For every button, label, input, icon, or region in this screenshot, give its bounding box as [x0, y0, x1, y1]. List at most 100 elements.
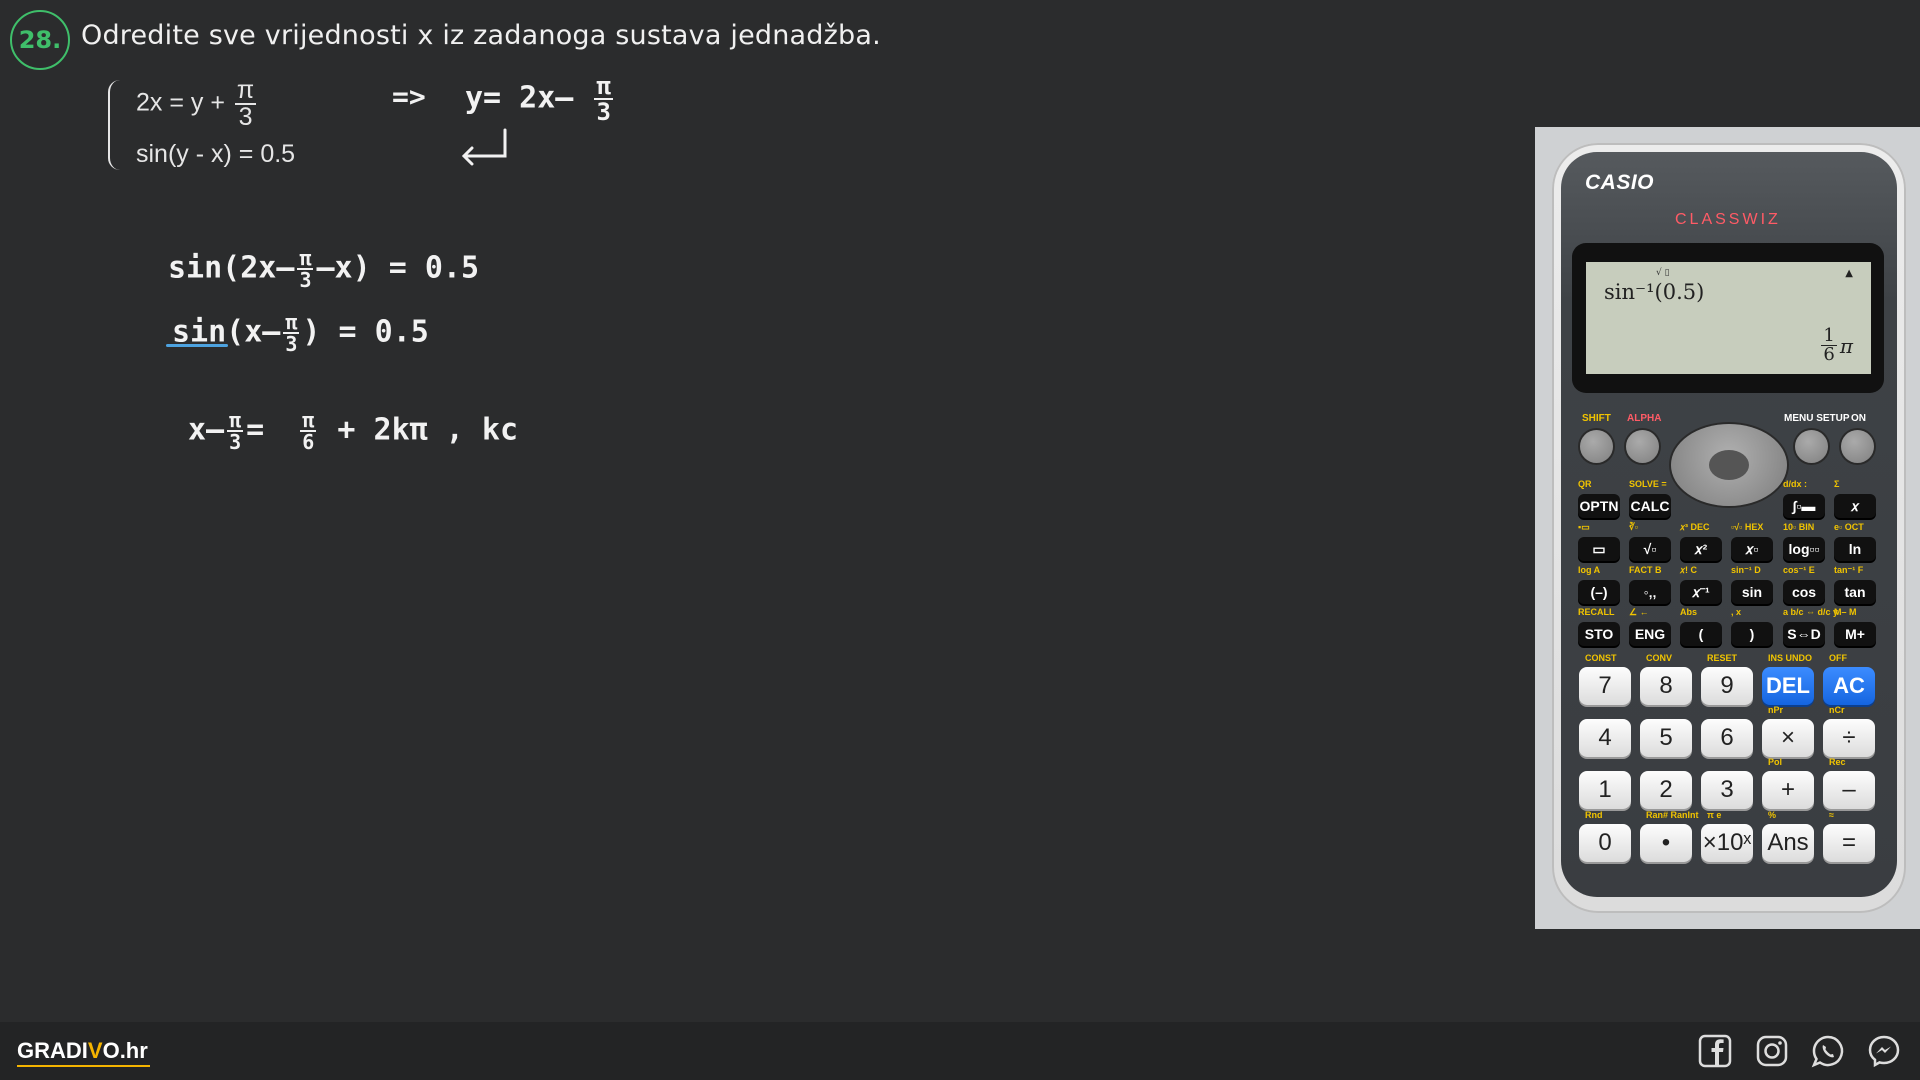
num-key-sublabel: INS UNDO [1768, 653, 1813, 663]
fn-key[interactable]: ENG [1629, 622, 1671, 646]
logo-part-a: GRADI [17, 1038, 88, 1063]
num-key[interactable]: 1 [1579, 771, 1631, 809]
num-key[interactable]: + [1762, 771, 1814, 809]
messenger-icon[interactable] [1867, 1034, 1901, 1068]
screen-indicator: √ ▯ [1656, 268, 1670, 278]
num-key[interactable]: 4 [1579, 719, 1631, 757]
substitution: y= 2x– π3 [465, 74, 616, 124]
fn-key[interactable]: S⇔D [1783, 622, 1825, 646]
footer-bar: GRADIVO.hr [0, 1022, 1920, 1080]
work-line-2: sin(x– π 3) = 0.5 [172, 312, 429, 354]
fn-key[interactable]: 𝑥▫ [1731, 537, 1773, 561]
work3-num2: π [300, 408, 317, 432]
fn-key[interactable]: CALC [1629, 494, 1671, 518]
fn-key-sublabel: 10▫ BIN [1783, 522, 1815, 532]
fn-key[interactable]: √▫ [1629, 537, 1671, 561]
num-key[interactable]: 0 [1579, 824, 1631, 862]
num-key-sublabel: Rnd [1585, 810, 1603, 820]
shift-label: SHIFT [1582, 413, 1611, 424]
gradivo-logo[interactable]: GRADIVO.hr [17, 1038, 150, 1067]
eq1-den: 3 [238, 103, 253, 131]
shift-button[interactable] [1580, 430, 1613, 463]
fn-key[interactable]: OPTN [1578, 494, 1620, 518]
num-key-sublabel: Pol [1768, 757, 1783, 767]
direction-pad[interactable] [1671, 424, 1787, 506]
num-key[interactable]: • [1640, 824, 1692, 862]
num-key-sublabel: % [1768, 810, 1777, 820]
fn-key-sublabel: M– M [1834, 607, 1857, 617]
fn-key[interactable]: ln [1834, 537, 1876, 561]
menu-setup-label: MENU SETUP [1784, 413, 1850, 424]
num-key-sublabel: ≈ [1829, 810, 1834, 820]
fn-key[interactable]: STO [1578, 622, 1620, 646]
work1-fraction: π3 [297, 248, 314, 290]
result-den: 6 [1823, 344, 1835, 365]
alpha-button[interactable] [1626, 430, 1659, 463]
work-line-1: sin(2x– π 3 –x) = 0.5 [168, 248, 479, 290]
instagram-icon[interactable] [1755, 1034, 1789, 1068]
result-pi: π [1839, 333, 1853, 358]
menu-button[interactable] [1795, 430, 1828, 463]
work1-b: –x) = 0.5 [316, 250, 480, 286]
num-key[interactable]: 7 [1579, 667, 1631, 705]
work2-den: 3 [285, 332, 298, 356]
whatsapp-icon[interactable] [1811, 1034, 1845, 1068]
fn-key[interactable]: ◦‚‚ [1629, 580, 1671, 604]
fn-key-sublabel: log A [1578, 565, 1601, 575]
work3-den2: 6 [302, 430, 315, 454]
num-key[interactable]: 6 [1701, 719, 1753, 757]
fn-key[interactable]: ( [1680, 622, 1722, 646]
screen-expression: sin⁻¹(0.5) [1604, 280, 1705, 304]
num-key[interactable]: 9 [1701, 667, 1753, 705]
num-key[interactable]: ×10ˣ [1701, 824, 1753, 862]
fn-key-sublabel: ▪▭ [1578, 522, 1590, 532]
sin-underline [166, 344, 228, 347]
fn-key[interactable]: 𝑥² [1680, 537, 1722, 561]
fn-key[interactable]: ▭ [1578, 537, 1620, 561]
work3-fraction-2: π6 [300, 408, 317, 454]
work3-fraction-1: π3 [227, 410, 244, 454]
fn-key[interactable]: 𝑥⁻¹ [1680, 580, 1722, 604]
num-key[interactable]: AC [1823, 667, 1875, 705]
fn-key-sublabel: sin⁻¹ D [1731, 565, 1761, 575]
work2-b: ) = 0.5 [302, 314, 429, 350]
fn-key[interactable]: M+ [1834, 622, 1876, 646]
num-key[interactable]: – [1823, 771, 1875, 809]
result-fraction: 16 [1821, 327, 1837, 365]
fn-key-sublabel: , x [1731, 607, 1742, 617]
fn-key-sublabel: Σ [1834, 479, 1840, 489]
return-arrow-icon [461, 128, 507, 166]
work3-a: x– [188, 412, 225, 448]
fn-key[interactable]: ) [1731, 622, 1773, 646]
system-equation-1: 2x = y + π3 [136, 78, 259, 130]
question-number: 28. [10, 10, 70, 70]
fn-key-sublabel: 𝑥! C [1680, 565, 1698, 575]
fn-key[interactable]: ∫▫▬ [1783, 494, 1825, 518]
fn-key[interactable]: log▫▫ [1783, 537, 1825, 561]
work3-den1: 3 [229, 430, 242, 454]
fn-key[interactable]: cos [1783, 580, 1825, 604]
fn-key[interactable]: sin [1731, 580, 1773, 604]
facebook-icon[interactable] [1698, 1034, 1732, 1068]
num-key[interactable]: Ans [1762, 824, 1814, 862]
fn-key[interactable]: tan [1834, 580, 1876, 604]
screen-up-arrow-icon: ▲ [1845, 268, 1853, 279]
num-key-sublabel: nPr [1768, 705, 1784, 715]
num-key[interactable]: ÷ [1823, 719, 1875, 757]
num-key[interactable]: 5 [1640, 719, 1692, 757]
work1-a: sin(2x– [168, 250, 295, 286]
fn-key-sublabel: ▫√▫ HEX [1731, 522, 1764, 532]
num-key[interactable]: 3 [1701, 771, 1753, 809]
fn-key-sublabel: 𝑥³ DEC [1680, 522, 1710, 532]
fn-key[interactable]: 𝑥 [1834, 494, 1876, 518]
fn-key-sublabel: tan⁻¹ F [1834, 565, 1864, 575]
num-key[interactable]: = [1823, 824, 1875, 862]
work2-num: π [283, 310, 300, 334]
num-key[interactable]: × [1762, 719, 1814, 757]
video-frame: 28. Odredite sve vrijednosti x iz zadano… [0, 0, 1920, 1080]
num-key[interactable]: 8 [1640, 667, 1692, 705]
num-key[interactable]: 2 [1640, 771, 1692, 809]
fn-key[interactable]: (–) [1578, 580, 1620, 604]
on-button[interactable] [1841, 430, 1874, 463]
num-key[interactable]: DEL [1762, 667, 1814, 705]
